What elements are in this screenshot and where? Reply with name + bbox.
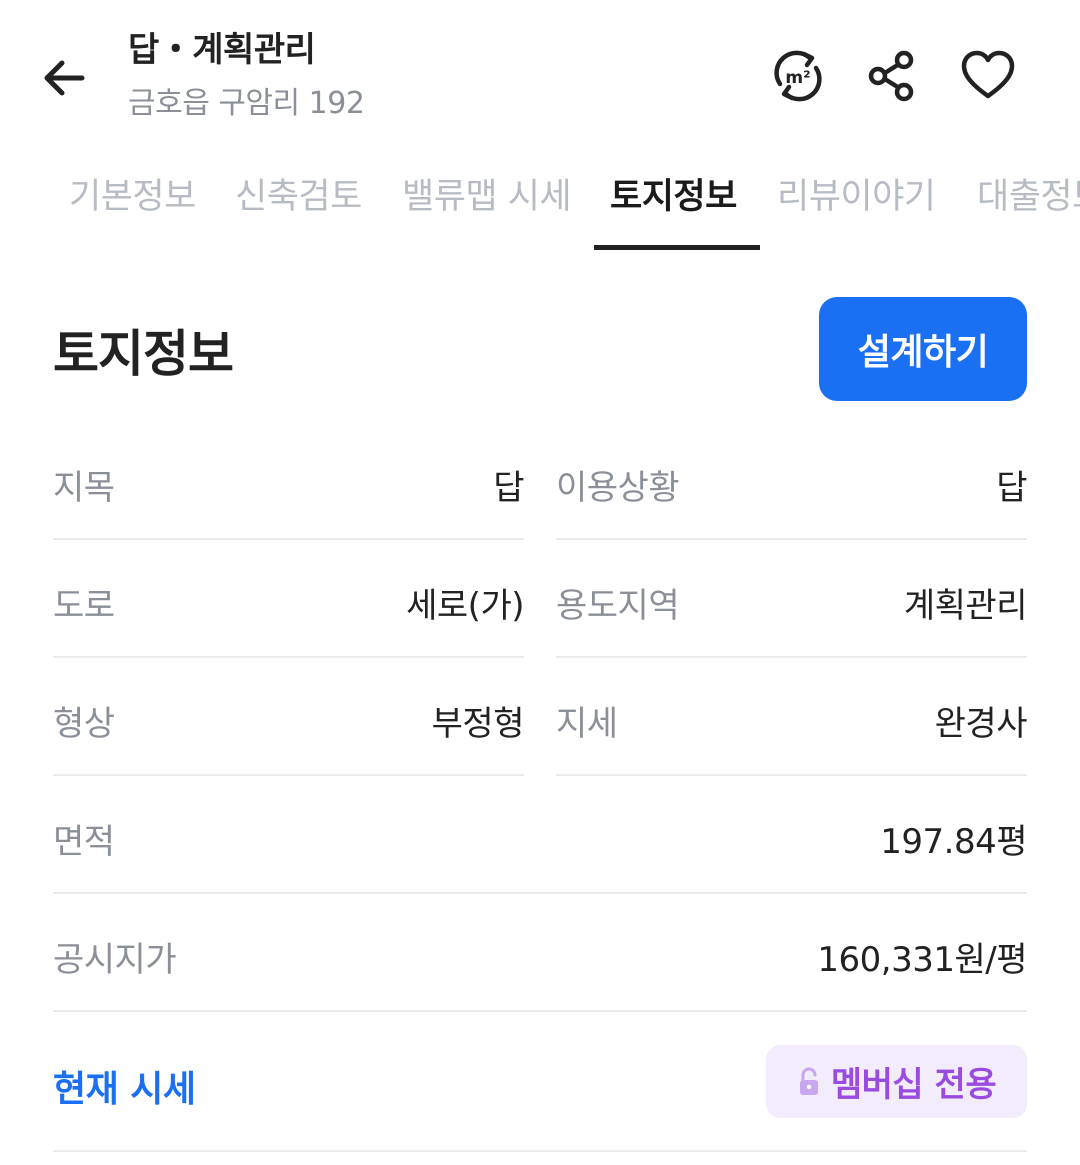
area-unit-toggle-button[interactable]: m² (766, 44, 830, 108)
share-button[interactable] (860, 44, 924, 108)
area-icon-text: m² (785, 68, 810, 88)
active-tab-indicator (594, 245, 760, 250)
membership-only-badge[interactable]: 멤버십 전용 (766, 1045, 1027, 1118)
info-label: 도로 (53, 586, 115, 626)
design-button[interactable]: 설계하기 (819, 297, 1027, 401)
info-label: 형상 (53, 704, 115, 744)
share-icon (868, 50, 914, 102)
favorite-button[interactable] (956, 44, 1020, 108)
page-title: 답・계획관리 (128, 30, 316, 70)
tab-review-story[interactable]: 리뷰이야기 (777, 168, 936, 219)
tab-loan-info[interactable]: 대출정보 (977, 168, 1080, 219)
back-button[interactable] (36, 50, 92, 106)
current-market-price-label[interactable]: 현재 시세 (53, 1060, 196, 1112)
info-value: 197.84평 (880, 822, 1027, 862)
info-label: 용도지역 (556, 586, 680, 626)
membership-badge-label: 멤버십 전용 (830, 1065, 997, 1105)
app-header: 답・계획관리 금호읍 구암리 192 m² (0, 0, 1080, 150)
section-title: 토지정보 (53, 325, 234, 383)
info-cell-official-price: 공시지가 160,331원/평 (53, 894, 1027, 1012)
info-cell-usage-status: 이용상황 답 (556, 422, 1027, 540)
info-label: 이용상황 (556, 468, 680, 508)
info-value: 답 (996, 468, 1027, 508)
current-market-price-row: 현재 시세 멤버십 전용 (53, 1030, 1027, 1152)
tab-new-build-review[interactable]: 신축검토 (235, 168, 362, 219)
info-value: 완경사 (934, 704, 1028, 744)
info-label: 면적 (53, 822, 115, 862)
info-cell-area: 면적 197.84평 (53, 776, 1027, 894)
tab-bar: 기본정보 신축검토 밸류맵 시세 토지정보 리뷰이야기 대출정보 (0, 150, 1080, 252)
lock-icon (799, 1067, 818, 1095)
tab-valuemap-price[interactable]: 밸류맵 시세 (402, 168, 572, 219)
heart-icon (961, 50, 1015, 99)
info-cell-shape: 형상 부정형 (53, 658, 525, 776)
info-cell-road: 도로 세로(가) (53, 540, 524, 658)
info-cell-terrain: 지세 완경사 (556, 658, 1028, 776)
arrow-left-icon (44, 60, 85, 96)
page-subtitle-address: 금호읍 구암리 192 (128, 86, 365, 121)
info-label: 지목 (53, 468, 115, 508)
info-cell-jimok: 지목 답 (53, 422, 524, 540)
info-value: 부정형 (431, 704, 525, 744)
info-label: 공시지가 (53, 940, 177, 980)
info-cell-zoning: 용도지역 계획관리 (556, 540, 1028, 658)
info-value: 답 (493, 468, 524, 508)
tab-land-info[interactable]: 토지정보 (610, 168, 737, 219)
area-convert-icon: m² (774, 50, 822, 102)
info-value: 세로(가) (406, 586, 524, 626)
info-value: 160,331원/평 (817, 940, 1027, 980)
tab-basic-info[interactable]: 기본정보 (69, 168, 196, 219)
info-label: 지세 (556, 704, 618, 744)
info-value: 계획관리 (903, 586, 1028, 626)
